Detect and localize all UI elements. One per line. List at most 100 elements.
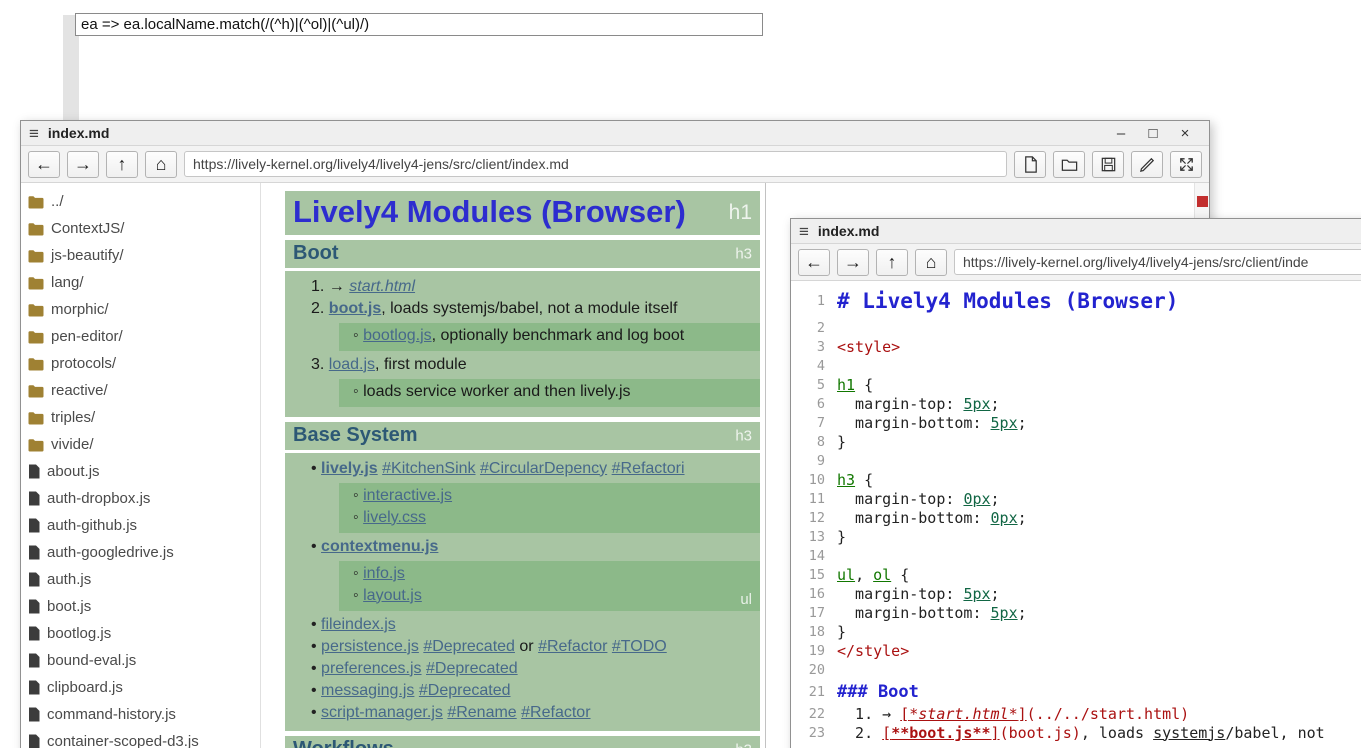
file-list-item[interactable]: triples/ [21, 404, 260, 431]
new-file-button[interactable] [1014, 151, 1046, 178]
text-segment: 5px [991, 604, 1018, 622]
save-button[interactable] [1092, 151, 1124, 178]
link[interactable]: load.js [329, 356, 375, 373]
up-button[interactable]: ↑ [106, 151, 138, 178]
text-segment: ; [991, 490, 1000, 508]
file-list-item[interactable]: bootlog.js [21, 620, 260, 647]
link[interactable]: preferences.js [321, 660, 422, 677]
minimize-button[interactable]: – [1113, 125, 1129, 142]
forward-button[interactable]: → [837, 249, 869, 276]
window-title: index.md [48, 125, 109, 141]
file-list-item[interactable]: boot.js [21, 593, 260, 620]
text-segment: • [311, 538, 321, 555]
file-list-item[interactable]: auth-googledrive.js [21, 539, 260, 566]
link[interactable]: [ [900, 705, 909, 723]
code-editor[interactable]: 1 # Lively4 Modules (Browser) 2 3 <style… [791, 281, 1361, 748]
fullscreen-button[interactable] [1170, 151, 1202, 178]
file-list-item[interactable]: protocols/ [21, 350, 260, 377]
url-input[interactable] [954, 249, 1361, 275]
file-list-item[interactable]: vivide/ [21, 431, 260, 458]
code-text: } [837, 623, 846, 641]
window-titlebar[interactable]: ≡ index.md [791, 219, 1361, 244]
file-list-item[interactable]: morphic/ [21, 296, 260, 323]
link[interactable]: info.js [363, 565, 405, 582]
file-list-item[interactable]: bound-eval.js [21, 647, 260, 674]
link[interactable]: #Refactori [612, 460, 685, 477]
text-segment: /babel, not [1225, 724, 1324, 742]
link[interactable]: layout.js [363, 587, 422, 604]
link[interactable]: #KitchenSink [382, 460, 475, 477]
link[interactable]: ] [991, 724, 1000, 742]
link[interactable]: [ [882, 724, 891, 742]
list-item: ◦ interactive.js [353, 485, 752, 507]
text-segment: 2. [311, 300, 329, 317]
file-list-item[interactable]: ContextJS/ [21, 215, 260, 242]
link[interactable]: boot.js [329, 300, 381, 317]
link[interactable]: contextmenu.js [321, 538, 438, 555]
open-folder-button[interactable] [1053, 151, 1085, 178]
text-segment: ◦ [353, 327, 363, 344]
url-input[interactable] [184, 151, 1007, 177]
link[interactable]: #Deprecated [426, 660, 518, 677]
file-list-item[interactable]: pen-editor/ [21, 323, 260, 350]
file-list-item[interactable]: ../ [21, 188, 260, 215]
link[interactable]: start.html [349, 278, 415, 295]
link[interactable]: **boot.js** [891, 724, 990, 742]
line-number: 9 [791, 453, 837, 469]
link[interactable]: persistence.js [321, 638, 419, 655]
maximize-button[interactable]: □ [1145, 125, 1161, 142]
up-button[interactable]: ↑ [876, 249, 908, 276]
file-list-item[interactable]: command-history.js [21, 701, 260, 728]
element-filter-input[interactable] [75, 13, 763, 36]
line-number: 4 [791, 358, 837, 374]
code-line: 21 ### Boot [791, 679, 1361, 704]
link[interactable]: #Refactor [521, 704, 590, 721]
link[interactable]: messaging.js [321, 682, 414, 699]
link[interactable]: #Refactor [538, 638, 607, 655]
file-list-item[interactable]: auth-github.js [21, 512, 260, 539]
link[interactable]: #Deprecated [423, 638, 515, 655]
file-list-item[interactable]: auth-dropbox.js [21, 485, 260, 512]
file-name: bound-eval.js [47, 652, 136, 669]
home-button[interactable]: ⌂ [915, 249, 947, 276]
close-button[interactable]: × [1177, 125, 1193, 142]
window-menu-icon[interactable]: ≡ [799, 223, 809, 240]
highlighted-ul-base-system: • lively.js #KitchenSink #CircularDepenc… [285, 453, 760, 731]
link[interactable]: #TODO [612, 638, 667, 655]
code-text: ### Boot [837, 682, 919, 702]
file-list-item[interactable]: lang/ [21, 269, 260, 296]
back-button[interactable]: ← [28, 151, 60, 178]
window-title: index.md [818, 223, 879, 239]
up-icon: ↑ [118, 154, 127, 175]
link[interactable]: lively.js [321, 460, 378, 477]
back-button[interactable]: ← [798, 249, 830, 276]
file-list-item[interactable]: auth.js [21, 566, 260, 593]
window-titlebar[interactable]: ≡ index.md – □ × [21, 121, 1209, 146]
window-controls: – □ × [1113, 125, 1201, 142]
link[interactable]: bootlog.js [363, 327, 432, 344]
forward-icon: → [74, 154, 92, 175]
window-menu-icon[interactable]: ≡ [29, 125, 39, 142]
link[interactable]: interactive.js [363, 487, 452, 504]
text-segment: 3. [311, 356, 329, 373]
file-list-item[interactable]: about.js [21, 458, 260, 485]
link[interactable]: #CircularDepency [480, 460, 607, 477]
link[interactable]: #Deprecated [419, 682, 511, 699]
markdown-pane[interactable]: Lively4 Modules (Browser) h1 Boot h3 1. … [261, 183, 766, 748]
text-segment: 0px [963, 490, 990, 508]
text-segment: • [311, 682, 321, 699]
file-list-item[interactable]: container-scoped-d3.js [21, 728, 260, 748]
link[interactable]: lively.css [363, 509, 426, 526]
link[interactable]: script-manager.js [321, 704, 443, 721]
file-list-item[interactable]: clipboard.js [21, 674, 260, 701]
link[interactable]: ] [1018, 705, 1027, 723]
link[interactable]: #Rename [447, 704, 516, 721]
link[interactable]: *start.html* [909, 705, 1017, 723]
forward-button[interactable]: → [67, 151, 99, 178]
edit-button[interactable] [1131, 151, 1163, 178]
link[interactable]: fileindex.js [321, 616, 396, 633]
file-list-item[interactable]: js-beautify/ [21, 242, 260, 269]
file-list-item[interactable]: reactive/ [21, 377, 260, 404]
home-button[interactable]: ⌂ [145, 151, 177, 178]
text-segment: ### Boot [837, 682, 919, 702]
